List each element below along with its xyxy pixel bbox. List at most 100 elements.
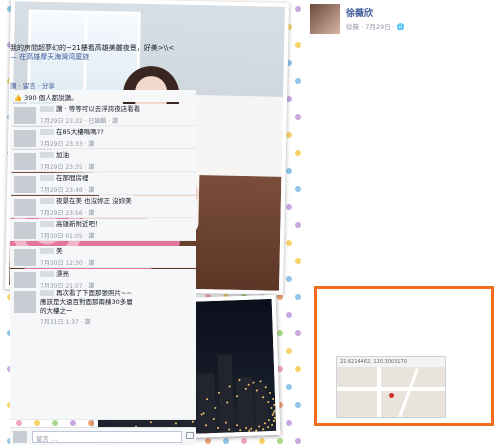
polka-dot: [223, 438, 229, 444]
city-light: [225, 401, 228, 404]
polka-dot: [295, 330, 301, 336]
polka-dot: [241, 438, 247, 444]
comment-text: 美: [56, 247, 63, 255]
commenter-name[interactable]: [40, 248, 54, 254]
polka-dot: [286, 348, 292, 354]
comment-item: 在85大樓嗎嗎?? 7月29日 23:33 · 讚: [10, 127, 196, 149]
commenter-avatar[interactable]: [14, 272, 36, 289]
comment-meta: 7月29日 23:35 · 讚: [40, 164, 95, 171]
comment-meta: 7月29日 23:48 · 讚: [40, 187, 95, 194]
comment-text-2: 應該是大遠百對面那兩棟30多層: [40, 298, 133, 306]
city-light: [247, 429, 250, 432]
city-light: [217, 426, 220, 429]
comment-item: 讚 · 等等可以去浮誇夜店看看 7月29日 23:32 · 已編輯 · 讚: [10, 104, 196, 126]
polka-dot: [295, 366, 301, 372]
polka-dot: [295, 222, 301, 228]
likes-count: 390 個人都說讚。: [24, 94, 78, 102]
comment-text: 夜景在美 也沒妳正 沒妳美: [56, 197, 132, 205]
polka-dot: [205, 438, 211, 444]
comment-meta: 7月31日 1:37 · 讚: [40, 319, 91, 326]
reply-avatar: [13, 431, 27, 443]
skyline-tower: [236, 376, 255, 433]
city-light: [235, 424, 238, 427]
commenter-avatar[interactable]: [14, 249, 36, 266]
comment-meta: 7月29日 23:56 · 讚: [40, 210, 95, 217]
city-light: [273, 404, 276, 407]
polka-dot: [286, 384, 292, 390]
polka-dot: [286, 204, 292, 210]
comment-item: 加油 7月29日 23:35 · 讚: [10, 150, 196, 172]
polka-dot: [295, 186, 301, 192]
comment-text-1: 再次看了下面那張照片~~: [56, 289, 132, 297]
orange-highlight-box: [314, 286, 494, 426]
post-header: 徐薇欣 徐薇 · 7月29日 · 🌐: [310, 4, 498, 38]
city-light: [270, 406, 273, 409]
polka-dot: [295, 258, 301, 264]
comment-text: 加油: [56, 151, 69, 159]
author-avatar[interactable]: [310, 4, 340, 34]
polka-dot: [277, 294, 283, 300]
city-light: [271, 414, 274, 417]
commenter-avatar[interactable]: [14, 199, 36, 216]
commenter-avatar[interactable]: [14, 176, 36, 193]
polka-dot: [286, 312, 292, 318]
polka-dot: [295, 150, 301, 156]
highlighted-comment: 再次看了下面那張照片~~ 應該是大遠百對面那兩棟30多層 的大樓之一 7月31日…: [10, 288, 196, 420]
comment-meta: 7月29日 23:33 · 讚: [40, 141, 95, 148]
polka-dot: [295, 78, 301, 84]
polka-dot: [277, 330, 283, 336]
comment-item: 在那間房裡 7月29日 23:48 · 讚: [10, 173, 196, 195]
polka-dot: [295, 42, 301, 48]
comment-text: 漂亮: [56, 270, 69, 278]
city-light: [273, 409, 276, 412]
city-light: [267, 426, 270, 429]
city-light: [273, 420, 276, 423]
polka-dot: [286, 240, 292, 246]
city-light: [257, 425, 260, 428]
likes-summary[interactable]: 👍 390 個人都說讚。: [10, 90, 196, 102]
commenter-avatar[interactable]: [14, 153, 36, 170]
commenter-name[interactable]: [40, 271, 54, 277]
camera-icon[interactable]: [186, 432, 194, 439]
polka-dot: [286, 420, 292, 426]
comment-text: 高雄新附近吧！: [56, 220, 102, 228]
city-light: [238, 378, 241, 381]
comment-item: 美 7月30日 12:30 · 讚: [10, 246, 196, 268]
post-body: 我的房間超夢幻的~21樓看高雄美麗夜景，好美>\\<: [10, 44, 175, 52]
city-light: [204, 423, 207, 426]
author-name[interactable]: 徐薇欣: [346, 6, 373, 19]
commenter-name[interactable]: [40, 129, 54, 135]
comment-text: 讚 · 等等可以去浮誇夜店看看: [56, 105, 141, 113]
post-place-link[interactable]: — 在高雄摩天海灣湾廈旅: [10, 53, 89, 61]
city-light: [236, 394, 239, 397]
post-meta: 徐薇 · 7月29日 · 🌐: [346, 23, 405, 31]
comment-input[interactable]: 留言 ...: [32, 431, 182, 443]
polka-dot: [277, 438, 283, 444]
commenter-name[interactable]: [40, 152, 54, 158]
commenter-name[interactable]: [40, 175, 54, 181]
city-light: [271, 398, 275, 401]
polka-dot: [34, 420, 40, 426]
polka-dot: [295, 402, 301, 408]
city-light: [265, 386, 268, 389]
commenter-avatar[interactable]: [14, 291, 36, 313]
city-light: [268, 418, 271, 421]
commenter-avatar[interactable]: [14, 107, 36, 124]
comment-text: 在那間房裡: [56, 174, 89, 182]
commenter-name[interactable]: [40, 106, 54, 112]
city-light: [262, 428, 265, 431]
commenter-name[interactable]: [40, 221, 54, 227]
comment-meta: 7月29日 23:32 · 已編輯 · 讚: [40, 118, 119, 125]
city-light: [214, 407, 217, 410]
post-actions[interactable]: 讚 · 留言 · 分享: [10, 80, 55, 90]
polka-dot: [295, 294, 301, 300]
commenter-name[interactable]: [40, 198, 54, 204]
city-light: [224, 421, 227, 424]
commenter-name[interactable]: [40, 290, 54, 296]
commenter-avatar[interactable]: [14, 130, 36, 147]
commenter-avatar[interactable]: [14, 222, 36, 239]
polka-dot: [286, 132, 292, 138]
post-text: 我的房間超夢幻的~21樓看高雄美麗夜景，好美>\\< — 在高雄摩天海灣湾廈旅: [10, 44, 196, 62]
city-light: [191, 420, 194, 423]
polka-dot: [295, 438, 301, 444]
